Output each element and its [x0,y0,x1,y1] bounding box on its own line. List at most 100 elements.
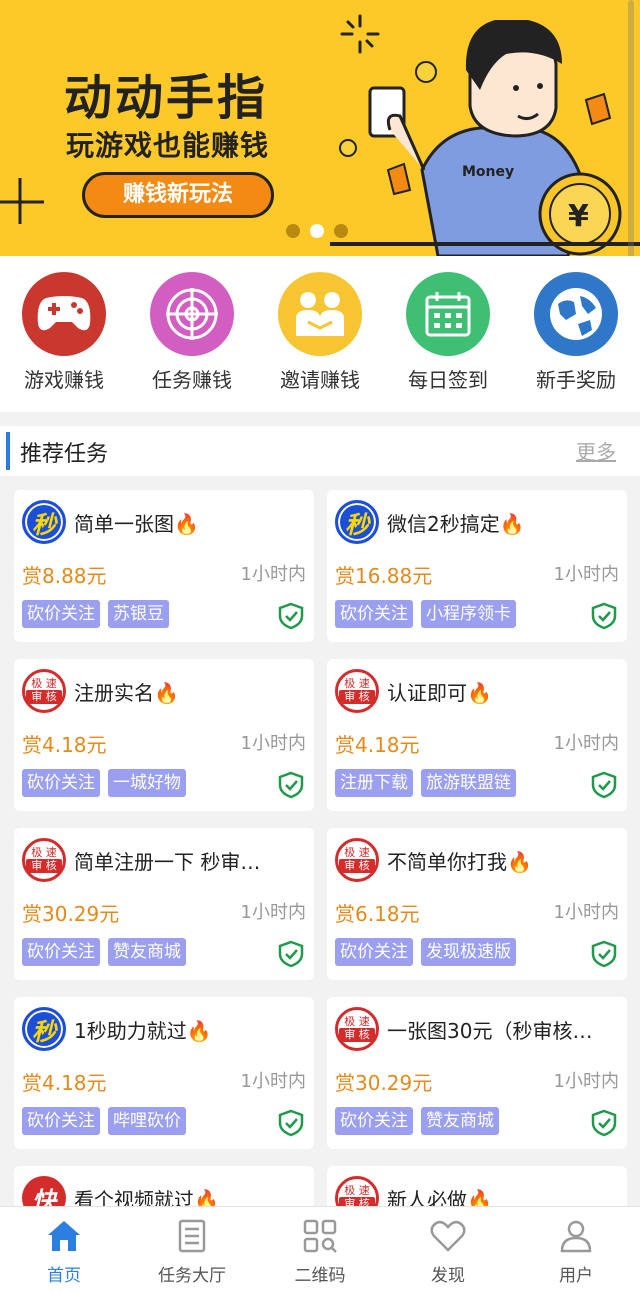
task-time: 1小时内 [553,564,619,585]
banner-subtitle: 玩游戏也能赚钱 [66,129,270,162]
user-icon [560,1220,592,1253]
nav-label: 二维码 [294,1266,346,1286]
nav-label: 任务大厅 [158,1266,226,1286]
section-title: 推荐任务 [20,442,109,467]
task-tag: 砍价关注 [22,1107,100,1135]
category-newbie[interactable]: 新手奖励 [516,272,636,412]
heart-icon [430,1220,466,1252]
fast-review-icon: 极 速审 核 [335,669,379,713]
task-time: 1小时内 [240,1071,306,1092]
verified-shield-icon [591,771,617,803]
task-tag: 砍价关注 [335,938,413,966]
task-reward: 赏4.18元 [22,1071,107,1095]
task-tag: 哔哩砍价 [108,1107,186,1135]
nav-label: 用户 [559,1266,593,1286]
task-tag: 砍价关注 [335,1107,413,1135]
task-reward: 赏30.29元 [335,1071,433,1095]
crosshair-deco-icon [0,178,44,224]
nav-user[interactable]: 用户 [512,1207,640,1293]
category-label: 邀请赚钱 [280,368,360,392]
bottom-nav: 首页 任务大厅 二维码 发现 用户 [0,1206,640,1293]
instant-icon: 秒 [335,500,379,544]
task-card[interactable]: 极 速审 核不简单你打我🔥 赏6.18元 1小时内 砍价关注 发现极速版 [327,828,627,980]
task-card[interactable]: 秒微信2秒搞定🔥 赏16.88元 1小时内 砍价关注 小程序领卡 [327,490,627,642]
task-title: 看个视频就过🔥 [74,1188,219,1206]
task-title: 注册实名🔥 [74,681,179,705]
task-reward: 赏30.29元 [22,902,120,926]
task-title: 不简单你打我🔥 [387,850,532,874]
task-reward: 赏4.18元 [22,733,107,757]
category-task[interactable]: 任务赚钱 [132,272,252,412]
task-tag: 苏银豆 [108,600,169,628]
instant-icon: 秒 [22,1007,66,1051]
nav-label: 发现 [431,1266,465,1286]
nav-home[interactable]: 首页 [0,1207,128,1293]
verified-shield-icon [278,771,304,803]
task-reward: 赏6.18元 [335,902,420,926]
category-label: 每日签到 [408,368,488,392]
task-title: 简单注册一下 秒审… [74,850,261,874]
task-tag: 砍价关注 [22,938,100,966]
nav-label: 首页 [47,1266,81,1286]
nav-discover[interactable]: 发现 [384,1207,512,1293]
carousel-dot[interactable] [286,224,300,238]
task-title: 简单一张图🔥 [74,512,199,536]
task-card[interactable]: 秒简单一张图🔥 赏8.88元 1小时内 砍价关注 苏银豆 [14,490,314,642]
promo-banner[interactable]: 动动手指 玩游戏也能赚钱 赚钱新玩法 Money ¥ [0,0,640,256]
task-tag: 砍价关注 [22,769,100,797]
category-game[interactable]: 游戏赚钱 [4,272,124,412]
verified-shield-icon [278,602,304,634]
task-tag: 一城好物 [108,769,186,797]
more-link[interactable]: 更多 [576,436,616,465]
banner-cta[interactable]: 赚钱新玩法 [82,172,274,218]
task-tag: 砍价关注 [335,600,413,628]
fast-review-icon: 极 速审 核 [22,669,66,713]
task-tag: 赞友商城 [108,938,186,966]
category-label: 游戏赚钱 [24,368,104,392]
carousel-dot-active[interactable] [310,224,324,238]
verified-shield-icon [591,940,617,972]
task-card[interactable]: 极 速审 核简单注册一下 秒审… 赏30.29元 1小时内 砍价关注 赞友商城 [14,828,314,980]
task-time: 1小时内 [553,902,619,923]
task-tag: 赞友商城 [421,1107,499,1135]
calendar-icon [406,272,490,356]
task-card[interactable]: 秒 1秒助力就过🔥 赏4.18元 1小时内 砍价关注 哔哩砍价 [14,997,314,1149]
task-reward: 赏4.18元 [335,733,420,757]
task-time: 1小时内 [240,564,306,585]
nav-task-hall[interactable]: 任务大厅 [128,1207,256,1293]
instant-icon: 秒 [22,500,66,544]
character-illustration: Money ¥ [330,20,640,256]
target-icon [150,272,234,356]
category-invite[interactable]: 邀请赚钱 [260,272,380,412]
svg-text:¥: ¥ [568,199,589,234]
carousel-dots [286,224,348,238]
task-card[interactable]: 快看个视频就过🔥 [14,1166,314,1206]
task-card[interactable]: 极 速审 核注册实名🔥 赏4.18元 1小时内砍价关注 一城好物 [14,659,314,811]
category-checkin[interactable]: 每日签到 [388,272,508,412]
section-accent-bar [6,432,10,470]
verified-shield-icon [591,1109,617,1141]
verified-shield-icon [278,940,304,972]
carousel-dot[interactable] [334,224,348,238]
home-icon [48,1221,80,1251]
gamepad-icon [22,272,106,356]
task-card[interactable]: 极 速审 核一张图30元（秒审核… 赏30.29元 1小时内 砍价关注 赞友商城 [327,997,627,1149]
task-time: 1小时内 [553,733,619,754]
task-card[interactable]: 极 速审 核认证即可🔥 赏4.18元 1小时内 注册下载 旅游联盟链 [327,659,627,811]
task-tag: 砍价关注 [22,600,100,628]
task-title: 认证即可🔥 [387,681,492,705]
task-card[interactable]: 极 速审 核新人必做🔥 [327,1166,627,1206]
nav-qrcode[interactable]: 二维码 [256,1207,384,1293]
list-icon [178,1219,206,1253]
globe-icon [534,272,618,356]
fast-icon: 快 [22,1176,66,1206]
qrcode-icon [303,1219,337,1253]
task-title: 一张图30元（秒审核… [387,1019,593,1043]
scrollbar[interactable] [628,0,634,256]
task-grid: 秒简单一张图🔥 赏8.88元 1小时内 砍价关注 苏银豆秒微信2秒搞定🔥 赏16.88元 1… [0,476,640,1206]
task-reward: 赏16.88元 [335,564,433,588]
task-time: 1小时内 [240,733,306,754]
category-label: 新手奖励 [536,368,616,392]
verified-shield-icon [591,602,617,634]
task-title: 新人必做🔥 [387,1188,492,1206]
